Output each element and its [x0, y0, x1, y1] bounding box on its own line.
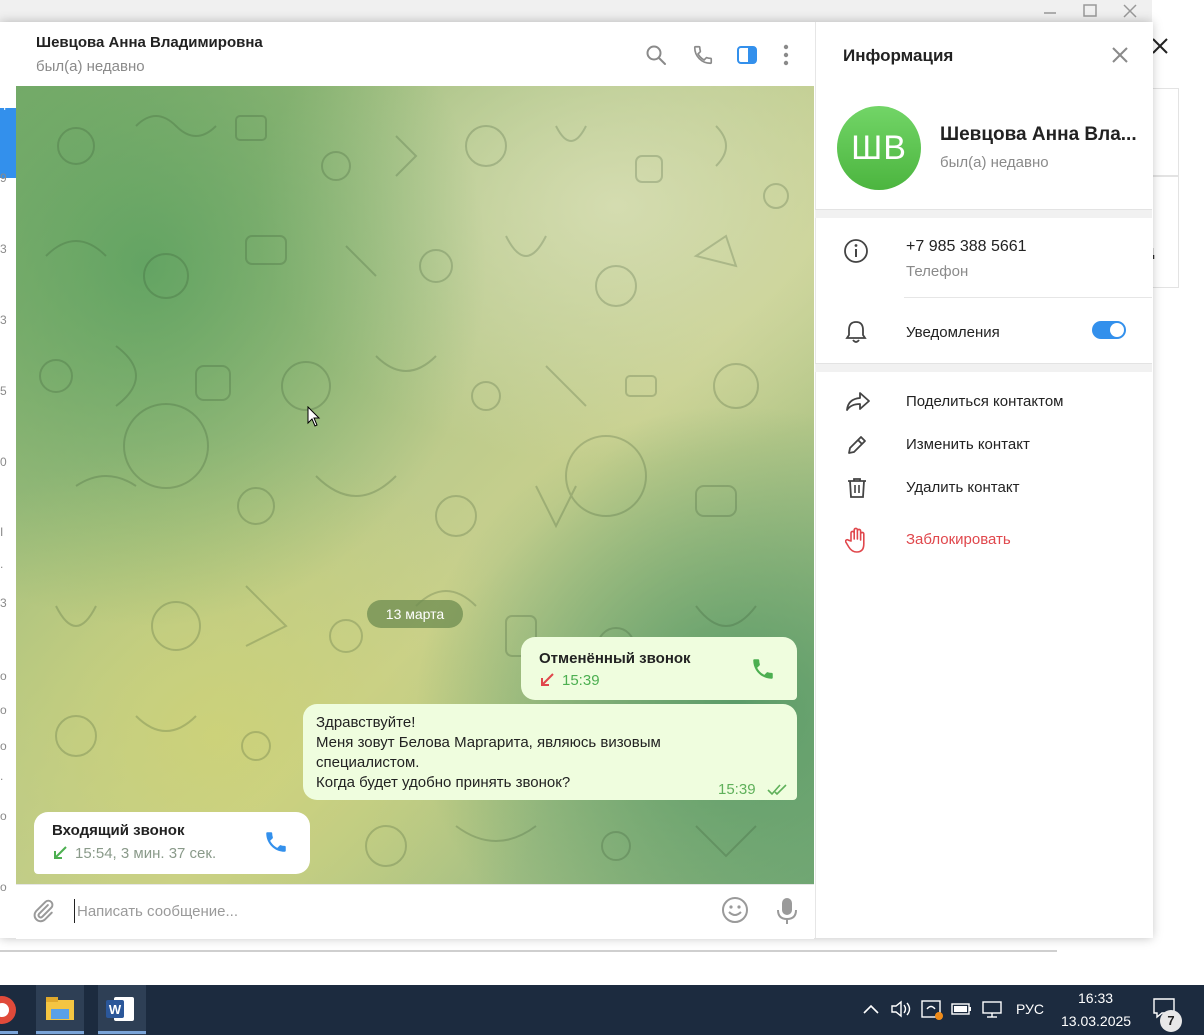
message-text-line: Здравствуйте!: [316, 714, 416, 731]
edit-contact-button[interactable]: Изменить контакт: [906, 436, 1030, 453]
chat-list-mark: 9: [0, 171, 7, 185]
microphone-icon[interactable]: [774, 896, 800, 926]
file-explorer-taskbar-button[interactable]: [36, 985, 84, 1035]
chat-list-mark: 3: [0, 313, 7, 327]
delete-contact-button[interactable]: Удалить контакт: [906, 479, 1019, 496]
trash-icon: [845, 476, 869, 500]
selected-chat-highlight[interactable]: [0, 108, 16, 178]
more-menu-icon[interactable]: [777, 44, 795, 66]
clock-date[interactable]: 13.03.2025: [1061, 1013, 1131, 1029]
app-running-indicator: [98, 1031, 146, 1034]
contact-status: был(а) недавно: [36, 58, 145, 75]
search-icon[interactable]: [645, 44, 667, 66]
chat-list-mark: .: [0, 557, 4, 571]
message-text-line: Когда будет удобно принять звонок?: [316, 774, 571, 791]
message-input[interactable]: [74, 899, 637, 923]
avatar[interactable]: ШВ: [837, 106, 921, 190]
app-running-indicator: [36, 1031, 84, 1034]
notification-count-badge: 7: [1160, 1010, 1182, 1032]
mouse-cursor-icon: [307, 406, 321, 428]
input-language[interactable]: РУС: [1016, 1001, 1044, 1017]
sync-icon[interactable]: [920, 999, 944, 1021]
missed-call-arrow-icon: [539, 672, 555, 688]
share-icon: [845, 390, 871, 414]
toggle-knob: [1110, 323, 1124, 337]
sidebar-toggle-icon[interactable]: [736, 44, 758, 66]
call-icon[interactable]: [692, 44, 714, 66]
call-back-phone-icon[interactable]: [263, 829, 289, 855]
read-double-check-icon: [766, 781, 790, 797]
info-contact-name: Шевцова Анна Вла...: [940, 124, 1140, 146]
share-contact-button[interactable]: Поделиться контактом: [906, 393, 1064, 410]
chat-list-mark: 4: [0, 99, 7, 113]
phone-label: Телефон: [906, 263, 969, 280]
call-title: Входящий звонок: [52, 822, 185, 839]
close-icon[interactable]: [1110, 45, 1130, 65]
chat-list-mark: o: [0, 880, 7, 894]
call-title: Отменённый звонок: [539, 650, 691, 667]
block-contact-button[interactable]: Заблокировать: [906, 531, 1011, 548]
app-running-indicator: [0, 1031, 18, 1034]
battery-icon[interactable]: [951, 1001, 973, 1017]
word-taskbar-button[interactable]: W: [98, 985, 146, 1035]
emoji-icon[interactable]: [721, 896, 749, 924]
message-time: 15:39: [562, 672, 600, 689]
pencil-icon: [845, 433, 869, 457]
svg-text:W: W: [109, 1002, 122, 1017]
chevron-up-icon[interactable]: [862, 1001, 880, 1017]
row-divider: [904, 297, 1152, 298]
chat-list-mark: 3: [0, 596, 7, 610]
taskbar-app-edge[interactable]: [0, 985, 20, 1035]
window-close-button[interactable]: [1121, 2, 1139, 20]
bell-icon: [843, 319, 869, 345]
chat-list-mark: 3: [0, 242, 7, 256]
message-time: 15:54, 3 мин. 37 сек.: [75, 845, 217, 862]
chat-list-mark: 0: [0, 455, 7, 469]
chat-list-mark: o: [0, 703, 7, 717]
background-card: [1152, 176, 1179, 288]
background-titlebar: [0, 0, 1152, 22]
section-divider: [815, 209, 1152, 218]
chat-list-mark: .: [0, 769, 4, 783]
message-time: 15:39: [718, 781, 756, 798]
info-panel-title: Информация: [843, 46, 954, 65]
info-icon: [843, 238, 869, 264]
clock-time[interactable]: 16:33: [1078, 990, 1113, 1006]
outer-close-icon[interactable]: [1150, 36, 1170, 56]
message-text-line: специалистом.: [316, 754, 420, 771]
chat-list-strip: 4 9 3 3 5 0 I . 3 o o o . o o: [0, 22, 17, 938]
section-divider: [815, 363, 1152, 372]
block-hand-icon: [845, 527, 869, 553]
maximize-button[interactable]: [1081, 2, 1099, 20]
attach-paperclip-icon[interactable]: [30, 898, 56, 924]
info-contact-status: был(а) недавно: [940, 154, 1049, 171]
chat-list-mark: o: [0, 809, 7, 823]
background-card: [1152, 88, 1179, 176]
notifications-toggle[interactable]: [1092, 321, 1126, 339]
chat-list-mark: I: [0, 525, 4, 539]
minimize-button[interactable]: [1041, 2, 1059, 20]
chat-list-mark: 5: [0, 384, 7, 398]
phone-number[interactable]: +7 985 388 5661: [906, 238, 1027, 256]
chat-list-mark: o: [0, 669, 7, 683]
date-separator: 13 марта: [367, 600, 463, 628]
contact-name[interactable]: Шевцова Анна Владимировна: [36, 34, 263, 51]
notifications-label: Уведомления: [906, 324, 1000, 341]
incoming-call-arrow-icon: [52, 845, 68, 861]
background-window-edge: [0, 950, 1057, 952]
chat-list-mark: o: [0, 739, 7, 753]
message-text-line: Меня зовут Белова Маргарита, являюсь виз…: [316, 734, 661, 751]
info-contact-name-text: Шевцова Анна Вла...: [940, 124, 1137, 145]
network-icon[interactable]: [981, 999, 1003, 1019]
volume-icon[interactable]: [890, 1000, 912, 1018]
call-back-phone-icon[interactable]: [750, 656, 776, 682]
